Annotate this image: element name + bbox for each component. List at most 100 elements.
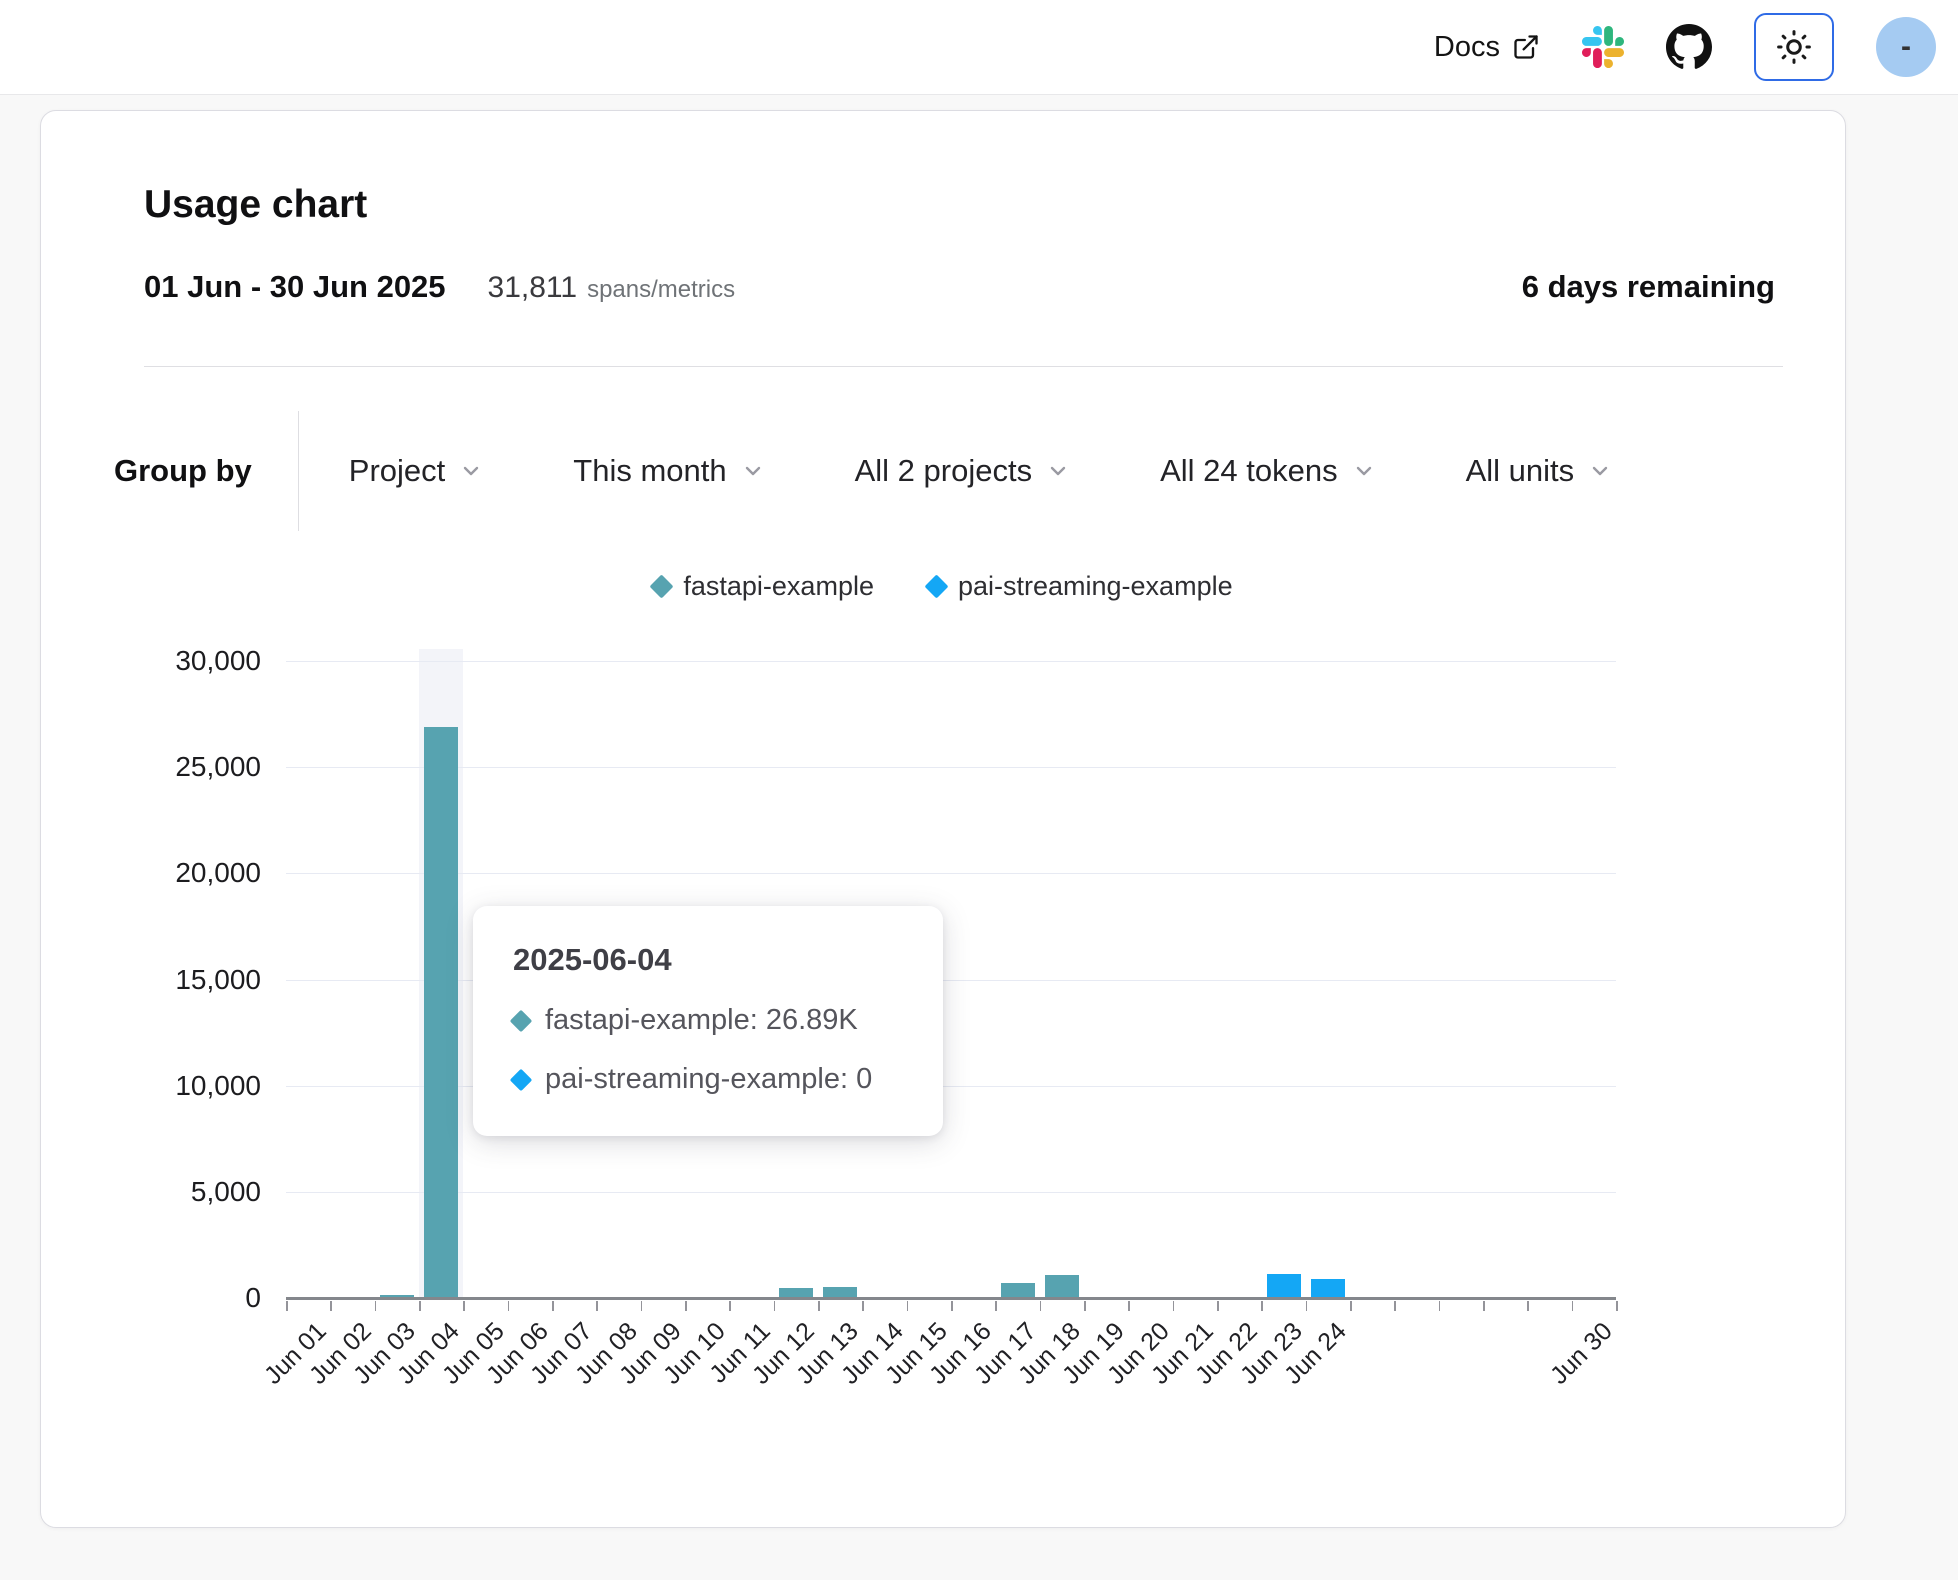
docs-label: Docs: [1434, 31, 1500, 64]
chevron-down-icon: [1352, 459, 1376, 483]
x-axis-tick: [1350, 1301, 1352, 1311]
dropdown-label: All 2 projects: [855, 453, 1032, 489]
dropdown-label: This month: [573, 453, 726, 489]
page-title: Usage chart: [144, 183, 367, 227]
x-axis-tick: [862, 1301, 864, 1311]
gridline: [286, 661, 1616, 662]
dropdown-label: All 24 tokens: [1160, 453, 1338, 489]
legend-label: pai-streaming-example: [958, 571, 1233, 602]
github-icon[interactable]: [1666, 24, 1712, 70]
y-axis-label: 25,000: [46, 751, 261, 783]
tooltip-diamond-icon: [510, 1009, 533, 1032]
x-axis-tick: [1128, 1301, 1130, 1311]
bar-pai-streaming-example-Jun 24[interactable]: [1311, 1279, 1345, 1298]
tooltip-rows: fastapi-example: 26.89K pai-streaming-exa…: [513, 1004, 903, 1096]
x-axis-tick: [1439, 1301, 1441, 1311]
chevron-down-icon: [1046, 459, 1070, 483]
usage-meta: 01 Jun - 30 Jun 2025 31,811 spans/metric…: [144, 269, 1775, 305]
dropdown-label: All units: [1466, 453, 1575, 489]
docs-link[interactable]: Docs: [1434, 31, 1540, 64]
x-axis-tick: [729, 1301, 731, 1311]
x-axis-tick: [375, 1301, 377, 1311]
filter-dropdown-this-month[interactable]: This month: [573, 453, 764, 489]
filter-dropdown-all-units[interactable]: All units: [1466, 453, 1613, 489]
legend-diamond-icon: [924, 574, 948, 598]
dropdown-label: Project: [349, 453, 445, 489]
x-axis-tick: [1394, 1301, 1396, 1311]
usage-count: 31,811: [488, 271, 578, 305]
chevron-down-icon: [459, 459, 483, 483]
x-axis-tick: [995, 1301, 997, 1311]
tooltip-row: fastapi-example: 26.89K: [513, 1004, 903, 1037]
x-axis-tick: [463, 1301, 465, 1311]
x-axis-tick: [1217, 1301, 1219, 1311]
topbar: Docs -: [0, 0, 1958, 95]
chart-legend: fastapi-example pai-streaming-example: [41, 571, 1845, 602]
legend-item-pai-streaming-example[interactable]: pai-streaming-example: [928, 571, 1233, 602]
x-axis-tick: [641, 1301, 643, 1311]
x-axis-tick: [774, 1301, 776, 1311]
x-axis-tick: [818, 1301, 820, 1311]
gridline: [286, 767, 1616, 768]
tooltip-row-text: fastapi-example: 26.89K: [545, 1004, 858, 1037]
bar-pai-streaming-example-Jun 23[interactable]: [1267, 1274, 1301, 1298]
x-axis-tick: [951, 1301, 953, 1311]
divider: [144, 366, 1783, 367]
y-axis-label: 10,000: [46, 1070, 261, 1102]
x-axis-tick: [685, 1301, 687, 1311]
x-axis-tick: [1527, 1301, 1529, 1311]
x-axis-tick: [286, 1301, 288, 1311]
sun-icon: [1773, 26, 1815, 68]
external-link-icon: [1512, 33, 1540, 61]
y-axis-label: 5,000: [46, 1176, 261, 1208]
filter-row: Group by Project This month All 2 projects…: [114, 411, 1612, 531]
gridline: [286, 873, 1616, 874]
legend-diamond-icon: [650, 574, 674, 598]
tooltip-date: 2025-06-04: [513, 942, 903, 978]
x-axis-tick: [1306, 1301, 1308, 1311]
chart-tooltip: 2025-06-04 fastapi-example: 26.89K pai-st…: [473, 906, 943, 1136]
theme-toggle-button[interactable]: [1754, 13, 1834, 81]
avatar-text: -: [1901, 30, 1911, 64]
filter-dropdown-all-2-projects[interactable]: All 2 projects: [855, 453, 1070, 489]
x-axis-tick: [1040, 1301, 1042, 1311]
legend-item-fastapi-example[interactable]: fastapi-example: [653, 571, 874, 602]
tooltip-row: pai-streaming-example: 0: [513, 1063, 903, 1096]
chevron-down-icon: [1588, 459, 1612, 483]
tooltip-row-text: pai-streaming-example: 0: [545, 1063, 872, 1096]
usage-card: Usage chart 01 Jun - 30 Jun 2025 31,811 …: [40, 110, 1846, 1528]
legend-label: fastapi-example: [683, 571, 874, 602]
user-avatar[interactable]: -: [1876, 17, 1936, 77]
filter-dropdowns: Project This month All 2 projects All 24 to…: [349, 453, 1612, 489]
x-axis-tick: [552, 1301, 554, 1311]
group-by-label: Group by: [114, 453, 252, 489]
y-axis-label: 0: [46, 1282, 261, 1314]
y-axis-label: 20,000: [46, 857, 261, 889]
y-axis-label: 30,000: [46, 645, 261, 677]
x-axis-tick: [1173, 1301, 1175, 1311]
x-axis-tick: [596, 1301, 598, 1311]
x-axis-label: Jun 30: [1545, 1317, 1619, 1391]
tooltip-diamond-icon: [510, 1068, 533, 1091]
vertical-divider: [298, 411, 299, 531]
bar-fastapi-example-Jun 17[interactable]: [1001, 1283, 1035, 1298]
x-axis-line: [286, 1297, 1616, 1300]
y-axis-label: 15,000: [46, 964, 261, 996]
gridline: [286, 1192, 1616, 1193]
chevron-down-icon: [741, 459, 765, 483]
x-axis-tick: [1483, 1301, 1485, 1311]
days-remaining: 6 days remaining: [1522, 269, 1775, 305]
bar-fastapi-example-Jun 04[interactable]: [424, 727, 458, 1298]
usage-unit: spans/metrics: [587, 276, 735, 304]
x-axis-tick: [419, 1301, 421, 1311]
x-axis-tick: [907, 1301, 909, 1311]
slack-icon[interactable]: [1582, 26, 1624, 68]
x-axis-tick: [1084, 1301, 1086, 1311]
x-axis-tick: [1572, 1301, 1574, 1311]
date-range: 01 Jun - 30 Jun 2025: [144, 269, 446, 305]
x-axis-tick: [1616, 1301, 1618, 1311]
bar-fastapi-example-Jun 18[interactable]: [1045, 1275, 1079, 1298]
filter-dropdown-project[interactable]: Project: [349, 453, 483, 489]
x-axis-tick: [1261, 1301, 1263, 1311]
filter-dropdown-all-24-tokens[interactable]: All 24 tokens: [1160, 453, 1376, 489]
